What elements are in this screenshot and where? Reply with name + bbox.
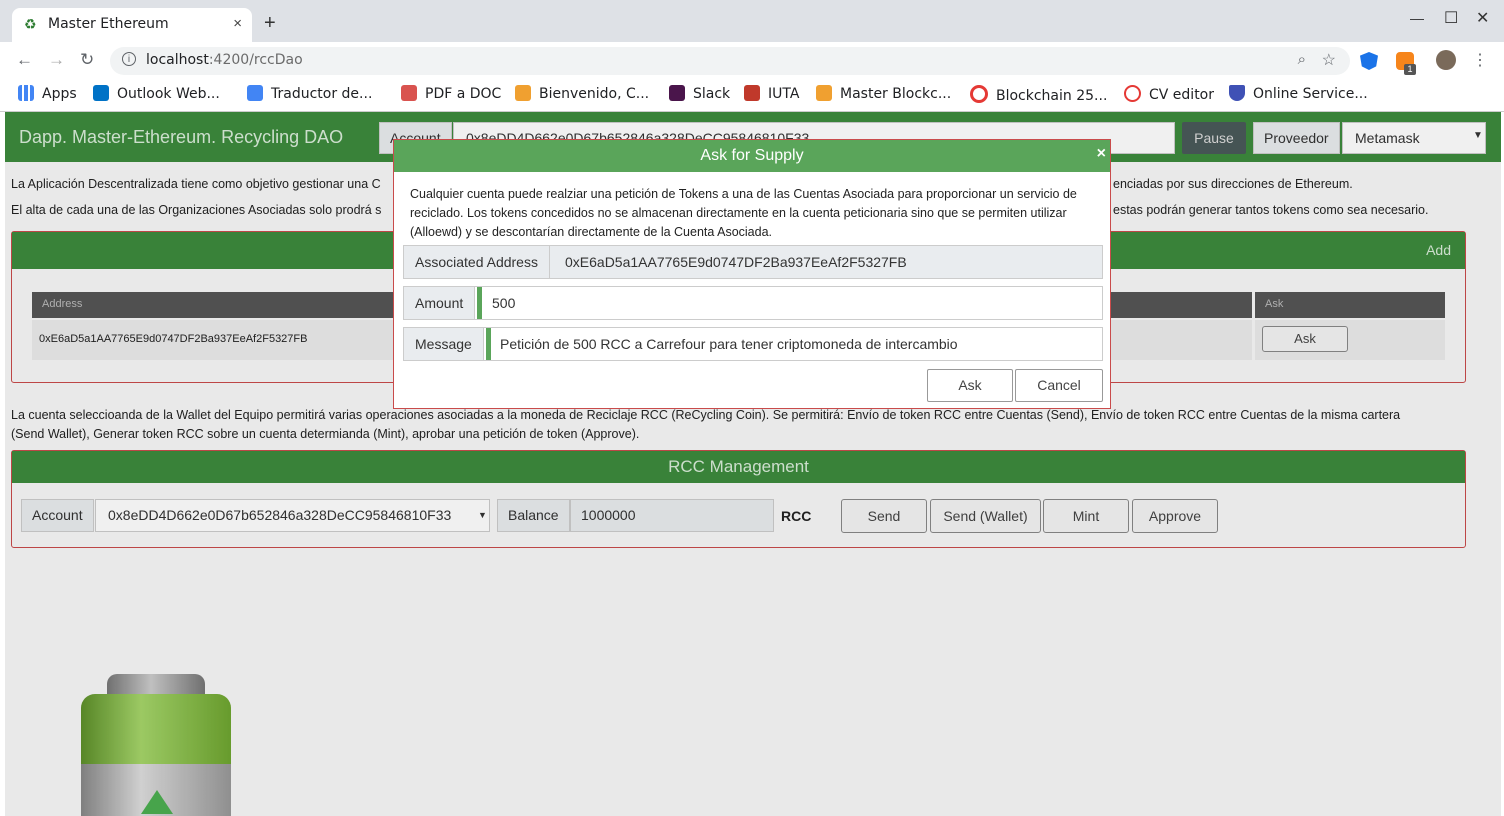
bookmark-outlook[interactable]: Outlook Web... — [93, 85, 220, 102]
bookmark-pdf-doc[interactable]: PDF a DOC — [401, 85, 501, 102]
translate-icon — [247, 85, 263, 101]
check-circle-icon — [1124, 85, 1141, 102]
bookmark-traductor[interactable]: Traductor de... — [247, 85, 372, 102]
address-bar[interactable]: i localhost:4200/rccDao ⌕ ☆ — [110, 47, 1350, 75]
minimize-icon[interactable]: — — [1410, 10, 1424, 26]
tab-strip: ♻ Master Ethereum × + — ☐ ✕ — [0, 0, 1504, 42]
bookmark-apps[interactable]: Apps — [18, 85, 77, 102]
window-close-icon[interactable]: ✕ — [1476, 8, 1489, 28]
extension-badge: 1 — [1404, 64, 1416, 75]
amount-field[interactable]: Amount 500 — [403, 286, 1103, 320]
bookmark-bienvenido[interactable]: Bienvenido, C... — [515, 85, 649, 102]
modal-ask-button[interactable]: Ask — [927, 369, 1013, 402]
profile-avatar[interactable] — [1436, 50, 1456, 70]
apps-grid-icon — [18, 85, 34, 101]
message-field[interactable]: Message Petición de 500 RCC a Carrefour … — [403, 327, 1103, 361]
bookmarks-bar: Apps Outlook Web... Traductor de... PDF … — [0, 79, 1504, 112]
modal-title: Ask for Supply — [394, 140, 1110, 172]
outlook-icon — [93, 85, 109, 101]
zoom-icon[interactable]: ⌕ — [1298, 51, 1306, 68]
moodle-icon — [515, 85, 531, 101]
moodle-icon — [816, 85, 832, 101]
bookmark-slack[interactable]: Slack — [669, 85, 730, 102]
opera-icon — [970, 85, 988, 103]
url-text: localhost:4200/rccDao — [146, 52, 303, 68]
ask-supply-modal: Ask for Supply × Cualquier cuenta puede … — [393, 139, 1111, 409]
iuta-icon — [744, 85, 760, 101]
amount-label: Amount — [404, 287, 476, 319]
browser-tab[interactable]: ♻ Master Ethereum × — [12, 8, 252, 42]
bookmark-cv-editor[interactable]: CV editor — [1124, 85, 1214, 103]
message-label: Message — [404, 328, 484, 360]
bookmark-iuta[interactable]: IUTA — [744, 85, 799, 102]
back-icon[interactable]: ← — [16, 50, 33, 70]
pdf-icon — [401, 85, 417, 101]
slack-icon — [669, 85, 685, 101]
bookmark-blockchain[interactable]: Blockchain 25... — [970, 85, 1107, 104]
associated-address-value: 0xE6aD5a1AA7765E9d0747DF2Ba937EeAf2F5327… — [565, 254, 907, 270]
associated-address-field: Associated Address 0xE6aD5a1AA7765E9d074… — [403, 245, 1103, 279]
message-input[interactable]: Petición de 500 RCC a Carrefour para ten… — [488, 328, 958, 360]
tab-title: Master Ethereum — [48, 16, 169, 32]
modal-cancel-button[interactable]: Cancel — [1015, 369, 1103, 402]
bookmark-online-service[interactable]: Online Service... — [1229, 85, 1368, 102]
menu-dots-icon[interactable]: ⋮ — [1472, 50, 1488, 70]
modal-description: Cualquier cuenta puede realziar una peti… — [410, 187, 1077, 239]
amount-input[interactable]: 500 — [480, 287, 515, 319]
site-info-icon[interactable]: i — [122, 52, 136, 66]
recycle-icon: ♻ — [24, 16, 37, 32]
associated-address-label: Associated Address — [404, 246, 550, 278]
modal-close-icon[interactable]: × — [1097, 140, 1106, 168]
new-tab-button[interactable]: + — [264, 12, 276, 35]
crest-icon — [1229, 85, 1245, 101]
bookmark-star-icon[interactable]: ☆ — [1322, 50, 1336, 70]
reload-icon[interactable]: ↻ — [80, 50, 94, 70]
forward-icon[interactable]: → — [48, 50, 65, 70]
tab-close-icon[interactable]: × — [233, 15, 242, 32]
bookmark-master-blockchain[interactable]: Master Blockc... — [816, 85, 951, 102]
maximize-icon[interactable]: ☐ — [1444, 8, 1458, 28]
